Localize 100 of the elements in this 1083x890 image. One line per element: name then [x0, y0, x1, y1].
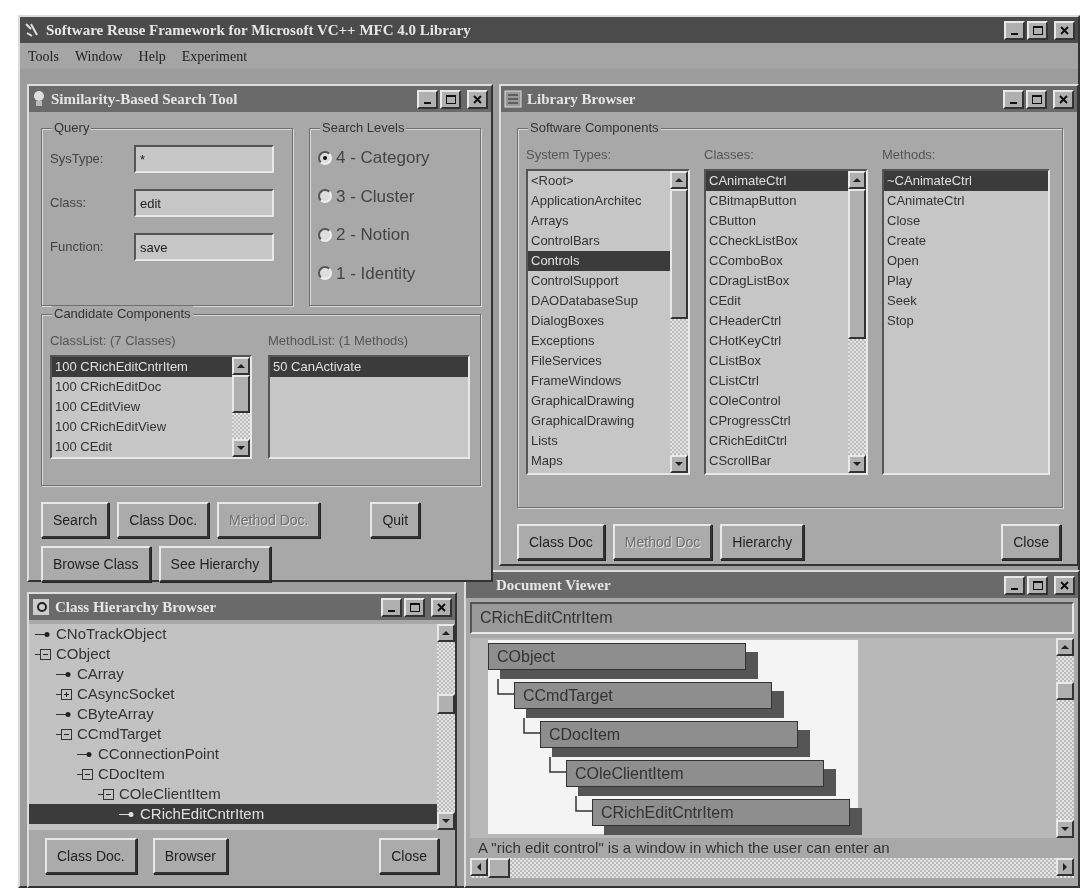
list-item[interactable]: CAnimateCtrl [884, 190, 1048, 211]
expand-toggle[interactable] [77, 768, 94, 780]
push-button[interactable]: Search [41, 502, 110, 538]
list-item[interactable]: CEdit [706, 290, 848, 311]
minimize-button[interactable] [1004, 575, 1025, 595]
list-item[interactable]: ControlBars [528, 230, 670, 251]
list-item[interactable]: CProgressCtrl [706, 410, 848, 431]
expand-toggle[interactable] [56, 688, 73, 700]
menu-item[interactable]: Help [138, 46, 166, 66]
input-field[interactable]: edit [134, 189, 274, 217]
expand-toggle[interactable] [98, 788, 115, 800]
list-item[interactable]: Lists [528, 430, 670, 451]
tree-item[interactable]: CCmdTarget [29, 724, 437, 744]
scrollbar[interactable] [437, 624, 455, 830]
scrollbar[interactable] [232, 356, 250, 457]
input-field[interactable]: * [134, 145, 274, 173]
radio-button[interactable] [318, 150, 332, 165]
list-item[interactable]: CHotKeyCtrl [706, 330, 848, 351]
list-item[interactable]: Arrays [528, 210, 670, 231]
tree-item[interactable]: CByteArray [29, 704, 437, 724]
list-item[interactable]: ControlSupport [528, 270, 670, 291]
list-item[interactable]: Create [884, 230, 1048, 251]
list-item[interactable]: CAnimateCtrl [706, 170, 848, 191]
list-item[interactable]: ApplicationArchitec [528, 190, 670, 211]
expand-toggle[interactable] [35, 648, 52, 660]
menu-item[interactable]: Experiment [181, 46, 248, 66]
tree-item[interactable]: CArray [29, 664, 437, 684]
expand-toggle[interactable] [56, 728, 73, 740]
list-item[interactable]: CDragListBox [706, 270, 848, 291]
push-button[interactable]: See Hierarchy [158, 546, 272, 582]
close-button[interactable] [1054, 575, 1075, 595]
list-item[interactable]: Close [884, 210, 1048, 231]
scrollbar[interactable] [670, 170, 688, 473]
tree-item[interactable]: CNoTrackObject [29, 624, 437, 644]
list-item[interactable]: Exceptions [528, 330, 670, 351]
close-button[interactable] [1054, 20, 1075, 40]
list-item[interactable]: Open [884, 250, 1048, 271]
maximize-button[interactable] [440, 89, 461, 109]
minimize-button[interactable] [1004, 20, 1025, 40]
push-button[interactable]: Hierarchy [720, 524, 805, 560]
close-button[interactable] [431, 597, 452, 617]
maximize-button[interactable] [404, 597, 425, 617]
list-item[interactable]: DAODatabaseSup [528, 290, 670, 311]
push-button[interactable]: Browser [152, 838, 229, 874]
list-item[interactable]: Play [884, 270, 1048, 291]
class-name-field[interactable]: CRichEditCntrItem [470, 602, 1074, 634]
list-item[interactable]: CListCtrl [706, 370, 848, 391]
list-item[interactable]: CComboBox [706, 250, 848, 271]
list-item[interactable]: 100 CRichEditCntrItem [52, 356, 232, 377]
list-item[interactable]: <Root> [528, 170, 670, 191]
push-button[interactable]: Quit [370, 502, 421, 538]
list-item[interactable]: Controls [528, 250, 670, 271]
push-button[interactable]: Close [1001, 524, 1061, 560]
maximize-button[interactable] [1026, 89, 1047, 109]
tree-item[interactable]: CAsyncSocket [29, 684, 437, 704]
list-item[interactable]: COleControl [706, 390, 848, 411]
scrollbar[interactable] [470, 858, 1074, 878]
tree-item[interactable]: COleClientItem [29, 784, 437, 804]
minimize-button[interactable] [381, 597, 402, 617]
close-button[interactable] [467, 89, 488, 109]
tree-item[interactable]: CConnectionPoint [29, 744, 437, 764]
menu-item[interactable]: Window [74, 46, 123, 66]
input-field[interactable]: save [134, 233, 274, 261]
list-item[interactable]: CBitmapButton [706, 190, 848, 211]
list-item[interactable]: GraphicalDrawing [528, 410, 670, 431]
list-item[interactable]: ~CAnimateCtrl [884, 170, 1048, 191]
list-item[interactable]: GraphicalDrawing [528, 390, 670, 411]
list-item[interactable]: FileServices [528, 350, 670, 371]
list-item[interactable]: 50 CanActivate [270, 356, 468, 377]
scrollbar[interactable] [1056, 638, 1074, 838]
push-button[interactable]: Class Doc. [45, 838, 137, 874]
list-item[interactable]: DialogBoxes [528, 310, 670, 331]
push-button[interactable]: Browse Class [41, 546, 151, 582]
list-item[interactable]: CButton [706, 210, 848, 231]
list-item[interactable]: Maps [528, 450, 670, 471]
list-item[interactable]: Stop [884, 310, 1048, 331]
close-button[interactable] [1053, 89, 1074, 109]
radio-button[interactable] [318, 266, 332, 281]
minimize-button[interactable] [1003, 89, 1024, 109]
radio-button[interactable] [318, 189, 332, 204]
list-item[interactable]: 100 CRichEditView [52, 416, 232, 437]
push-button[interactable]: Close [379, 838, 439, 874]
maximize-button[interactable] [1027, 20, 1048, 40]
push-button[interactable]: Class Doc. [117, 502, 210, 538]
list-item[interactable]: Seek [884, 290, 1048, 311]
list-item[interactable]: CCheckListBox [706, 230, 848, 251]
list-item[interactable]: CListBox [706, 350, 848, 371]
list-item[interactable]: 100 CEdit [52, 436, 232, 457]
list-item[interactable]: 100 CRichEditDoc [52, 376, 232, 397]
tree-item[interactable]: CDocItem [29, 764, 437, 784]
menu-item[interactable]: Tools [28, 46, 59, 66]
push-button[interactable]: Class Doc [517, 524, 605, 560]
minimize-button[interactable] [417, 89, 438, 109]
list-item[interactable]: 100 CEditView [52, 396, 232, 417]
maximize-button[interactable] [1027, 575, 1048, 595]
radio-button[interactable] [318, 227, 332, 242]
tree-item[interactable]: CRichEditCntrItem [29, 804, 437, 824]
list-item[interactable]: CRichEditCtrl [706, 430, 848, 451]
list-item[interactable]: CScrollBar [706, 450, 848, 471]
list-item[interactable]: CHeaderCtrl [706, 310, 848, 331]
